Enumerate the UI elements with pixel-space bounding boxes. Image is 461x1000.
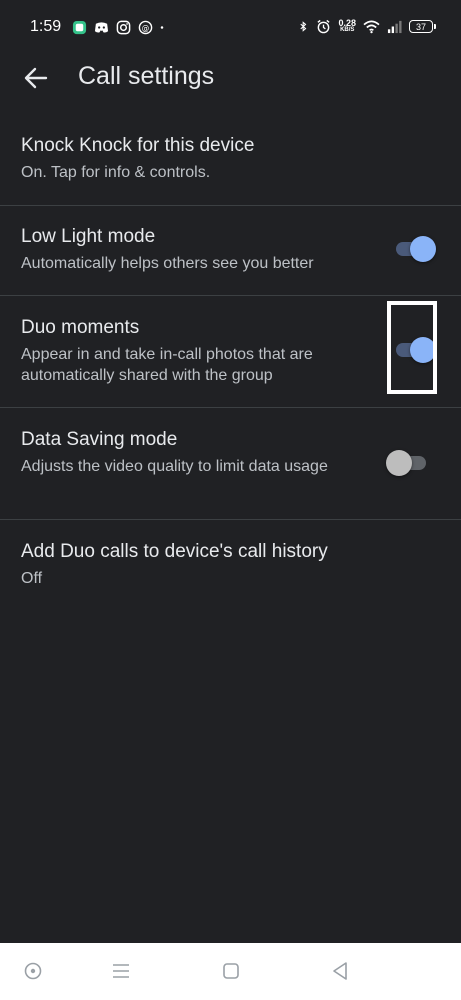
status-time: 1:59 [30, 18, 62, 35]
menu-icon[interactable] [109, 959, 133, 983]
setting-call-history-subtitle: Off [21, 570, 43, 587]
bluetooth-icon [300, 21, 307, 32]
setting-data-saving-subtitle: Adjusts the video quality to limit data … [21, 458, 328, 475]
setting-low-light-mode[interactable]: Low Light mode Automatically helps other… [0, 206, 461, 295]
toggle-thumb [410, 236, 436, 262]
back-triangle-icon[interactable] [328, 959, 352, 983]
app-bar: Call settings [0, 56, 461, 100]
setting-call-history-title: Add Duo calls to device's call history [21, 541, 328, 562]
system-nav-bar [0, 943, 461, 1000]
alarm-icon [317, 19, 331, 34]
low-light-toggle[interactable] [392, 234, 436, 264]
status-bar: 1:59 @ 0.28 KB/S 37 [0, 0, 461, 56]
setting-call-history[interactable]: Add Duo calls to device's call history O… [0, 520, 461, 604]
setting-data-saving-title: Data Saving mode [21, 429, 178, 450]
wifi-icon [363, 20, 380, 34]
notification-icons: @ [72, 20, 168, 35]
setting-low-light-title: Low Light mode [21, 226, 156, 247]
home-square-icon[interactable] [219, 959, 243, 983]
setting-low-light-subtitle: Automatically helps others see you bette… [21, 255, 314, 272]
threads-icon: @ [138, 20, 153, 35]
setting-data-saving-mode[interactable]: Data Saving mode Adjusts the video quali… [0, 408, 461, 519]
assistant-circle-icon[interactable] [21, 959, 45, 983]
network-speed-unit: KB/S [340, 27, 355, 33]
setting-duo-moments-title: Duo moments [21, 317, 140, 338]
highlight-box [387, 301, 437, 394]
setting-knock-knock-subtitle: On. Tap for info & controls. [21, 164, 211, 181]
battery-icon: 37 [409, 20, 436, 33]
call-settings-screen: 1:59 @ 0.28 KB/S 37 Call settings Knock … [0, 0, 461, 1000]
dot-icon [160, 26, 164, 29]
network-speed-value: 0.28 [338, 18, 356, 28]
discord-icon [94, 22, 109, 33]
battery-level: 37 [415, 21, 426, 32]
status-right-icons: 0.28 KB/S 37 [298, 19, 436, 34]
setting-duo-moments-subtitle: Appear in and take in-call photos that a… [21, 346, 313, 384]
setting-knock-knock[interactable]: Knock Knock for this device On. Tap for … [0, 122, 461, 205]
setting-knock-knock-title: Knock Knock for this device [21, 135, 255, 156]
signal-icon [387, 20, 402, 34]
data-saving-toggle[interactable] [386, 448, 430, 478]
instagram-icon [116, 20, 131, 35]
svg-text:@: @ [142, 23, 150, 32]
network-speed: 0.28 KB/S [338, 19, 356, 34]
page-title: Call settings [78, 62, 215, 90]
app-notification-icon [72, 20, 87, 35]
toggle-thumb [386, 450, 412, 476]
arrow-back-icon[interactable] [22, 64, 50, 92]
